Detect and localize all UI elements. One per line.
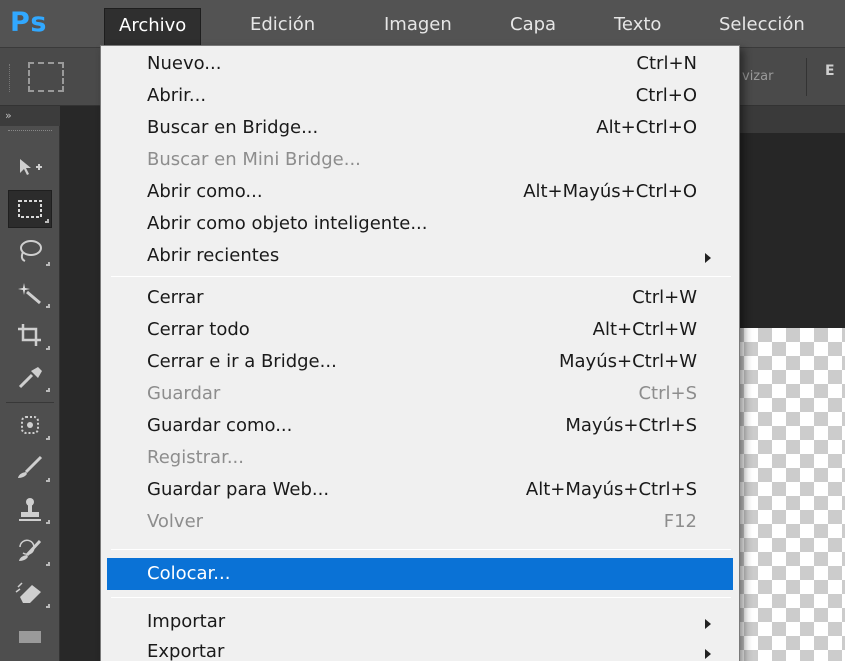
options-bar-grip[interactable] <box>9 64 12 92</box>
menu-item-label: Buscar en Bridge... <box>147 117 319 138</box>
crop-tool-icon[interactable] <box>8 316 52 354</box>
menu-item-abrir-recientes[interactable]: Abrir recientes <box>107 240 733 272</box>
menu-bar: Ps Archivo Edición Imagen Capa Texto Sel… <box>0 0 845 48</box>
menu-separator <box>111 276 731 277</box>
gradient-tool-icon[interactable] <box>8 618 52 656</box>
menu-item-label: Registrar... <box>147 447 244 468</box>
menu-item-shortcut: Ctrl+N <box>636 53 697 74</box>
tools-panel-grip[interactable] <box>8 130 52 134</box>
menu-item-abrir-como[interactable]: Abrir como... Alt+Mayús+Ctrl+O <box>107 176 733 208</box>
menu-item-label: Abrir como objeto inteligente... <box>147 213 428 234</box>
menu-item-label: Cerrar <box>147 287 204 308</box>
menu-item-label: Guardar para Web... <box>147 479 330 500</box>
menu-item-label: Colocar... <box>147 563 231 584</box>
menu-item-shortcut: Alt+Mayús+Ctrl+O <box>523 181 697 202</box>
submenu-corner-icon <box>46 520 50 524</box>
menu-item-label: Abrir... <box>147 85 207 106</box>
menu-item-label: Abrir como... <box>147 181 263 202</box>
menu-item-label: Importar <box>147 611 226 632</box>
options-divider <box>806 58 807 96</box>
menu-capa[interactable]: Capa <box>496 10 570 46</box>
menu-item-guardar[interactable]: Guardar Ctrl+S <box>107 378 733 410</box>
menu-seleccion[interactable]: Selección <box>705 10 819 46</box>
menu-item-registrar[interactable]: Registrar... <box>107 442 733 474</box>
menu-item-shortcut: Mayús+Ctrl+S <box>565 415 697 436</box>
submenu-corner-icon <box>46 604 50 608</box>
submenu-corner-icon <box>46 346 50 350</box>
options-partial-label[interactable]: E <box>825 63 835 79</box>
spot-healing-brush-tool-icon[interactable] <box>8 406 52 444</box>
photoshop-window: Ps Archivo Edición Imagen Capa Texto Sel… <box>0 0 845 661</box>
menu-item-shortcut: Ctrl+O <box>635 85 697 106</box>
menu-item-label: Guardar <box>147 383 221 404</box>
menu-item-shortcut: Ctrl+S <box>638 383 697 404</box>
menu-item-label: Buscar en Mini Bridge... <box>147 149 361 170</box>
menu-item-buscar-en-bridge[interactable]: Buscar en Bridge... Alt+Ctrl+O <box>107 112 733 144</box>
menu-item-nuevo[interactable]: Nuevo... Ctrl+N <box>107 48 733 80</box>
menu-item-buscar-en-mini-bridge[interactable]: Buscar en Mini Bridge... <box>107 144 733 176</box>
eraser-tool-icon[interactable] <box>8 574 52 612</box>
menu-item-shortcut: Alt+Mayús+Ctrl+S <box>525 479 697 500</box>
menu-item-volver[interactable]: Volver F12 <box>107 506 733 538</box>
tools-separator <box>6 402 54 403</box>
photoshop-logo: Ps <box>10 7 48 38</box>
menu-item-label: Cerrar todo <box>147 319 250 340</box>
menu-item-shortcut: Alt+Ctrl+O <box>596 117 697 138</box>
submenu-corner-icon <box>46 562 50 566</box>
menu-item-guardar-como[interactable]: Guardar como... Mayús+Ctrl+S <box>107 410 733 442</box>
menu-item-guardar-para-web[interactable]: Guardar para Web... Alt+Mayús+Ctrl+S <box>107 474 733 506</box>
menu-texto[interactable]: Texto <box>600 10 675 46</box>
menu-edicion[interactable]: Edición <box>236 10 329 46</box>
menu-item-label: Guardar como... <box>147 415 293 436</box>
menu-item-cerrar-todo[interactable]: Cerrar todo Alt+Ctrl+W <box>107 314 733 346</box>
submenu-arrow-icon <box>705 619 711 629</box>
submenu-corner-icon <box>45 219 49 223</box>
menu-item-cerrar-e-ir-a-bridge[interactable]: Cerrar e ir a Bridge... Mayús+Ctrl+W <box>107 346 733 378</box>
refine-button-partial[interactable]: vizar <box>742 63 773 91</box>
menu-item-abrir[interactable]: Abrir... Ctrl+O <box>107 80 733 112</box>
menu-item-shortcut: Alt+Ctrl+W <box>592 319 697 340</box>
submenu-corner-icon <box>46 304 50 308</box>
submenu-corner-icon <box>46 388 50 392</box>
menu-item-importar[interactable]: Importar <box>107 606 733 638</box>
lasso-tool-icon[interactable] <box>8 232 52 270</box>
tools-panel-collapse-icon[interactable]: » <box>0 106 60 126</box>
tool-preset-marquee-icon[interactable] <box>28 62 64 92</box>
menu-item-label: Cerrar e ir a Bridge... <box>147 351 337 372</box>
menu-item-colocar[interactable]: Colocar... <box>107 558 733 590</box>
rectangular-marquee-tool-icon[interactable] <box>8 190 52 228</box>
menu-item-label: Abrir recientes <box>147 245 280 266</box>
submenu-arrow-icon <box>705 649 711 659</box>
move-tool-icon[interactable] <box>8 148 52 186</box>
tools-panel: » <box>0 106 60 661</box>
menu-item-label: Exportar <box>147 641 225 661</box>
menu-archivo[interactable]: Archivo <box>104 8 202 48</box>
menu-item-label: Volver <box>147 511 204 532</box>
eyedropper-tool-icon[interactable] <box>8 358 52 396</box>
menu-item-exportar[interactable]: Exportar <box>107 636 733 661</box>
submenu-corner-icon <box>46 262 50 266</box>
menu-item-shortcut: Ctrl+W <box>632 287 697 308</box>
history-brush-tool-icon[interactable] <box>8 532 52 570</box>
brush-tool-icon[interactable] <box>8 448 52 486</box>
submenu-corner-icon <box>46 436 50 440</box>
clone-stamp-tool-icon[interactable] <box>8 490 52 528</box>
menu-item-cerrar[interactable]: Cerrar Ctrl+W <box>107 282 733 314</box>
menu-separator <box>111 597 731 598</box>
submenu-arrow-icon <box>705 253 711 263</box>
menu-item-abrir-como-objeto-inteligente[interactable]: Abrir como objeto inteligente... <box>107 208 733 240</box>
menu-item-shortcut: Mayús+Ctrl+W <box>559 351 697 372</box>
archivo-dropdown-menu: Nuevo... Ctrl+N Abrir... Ctrl+O Buscar en Br… <box>100 45 740 661</box>
magic-wand-tool-icon[interactable] <box>8 274 52 312</box>
menu-separator <box>111 549 731 550</box>
menu-item-label: Nuevo... <box>147 53 222 74</box>
menu-item-shortcut: F12 <box>663 511 697 532</box>
submenu-corner-icon <box>46 478 50 482</box>
menu-imagen[interactable]: Imagen <box>370 10 466 46</box>
